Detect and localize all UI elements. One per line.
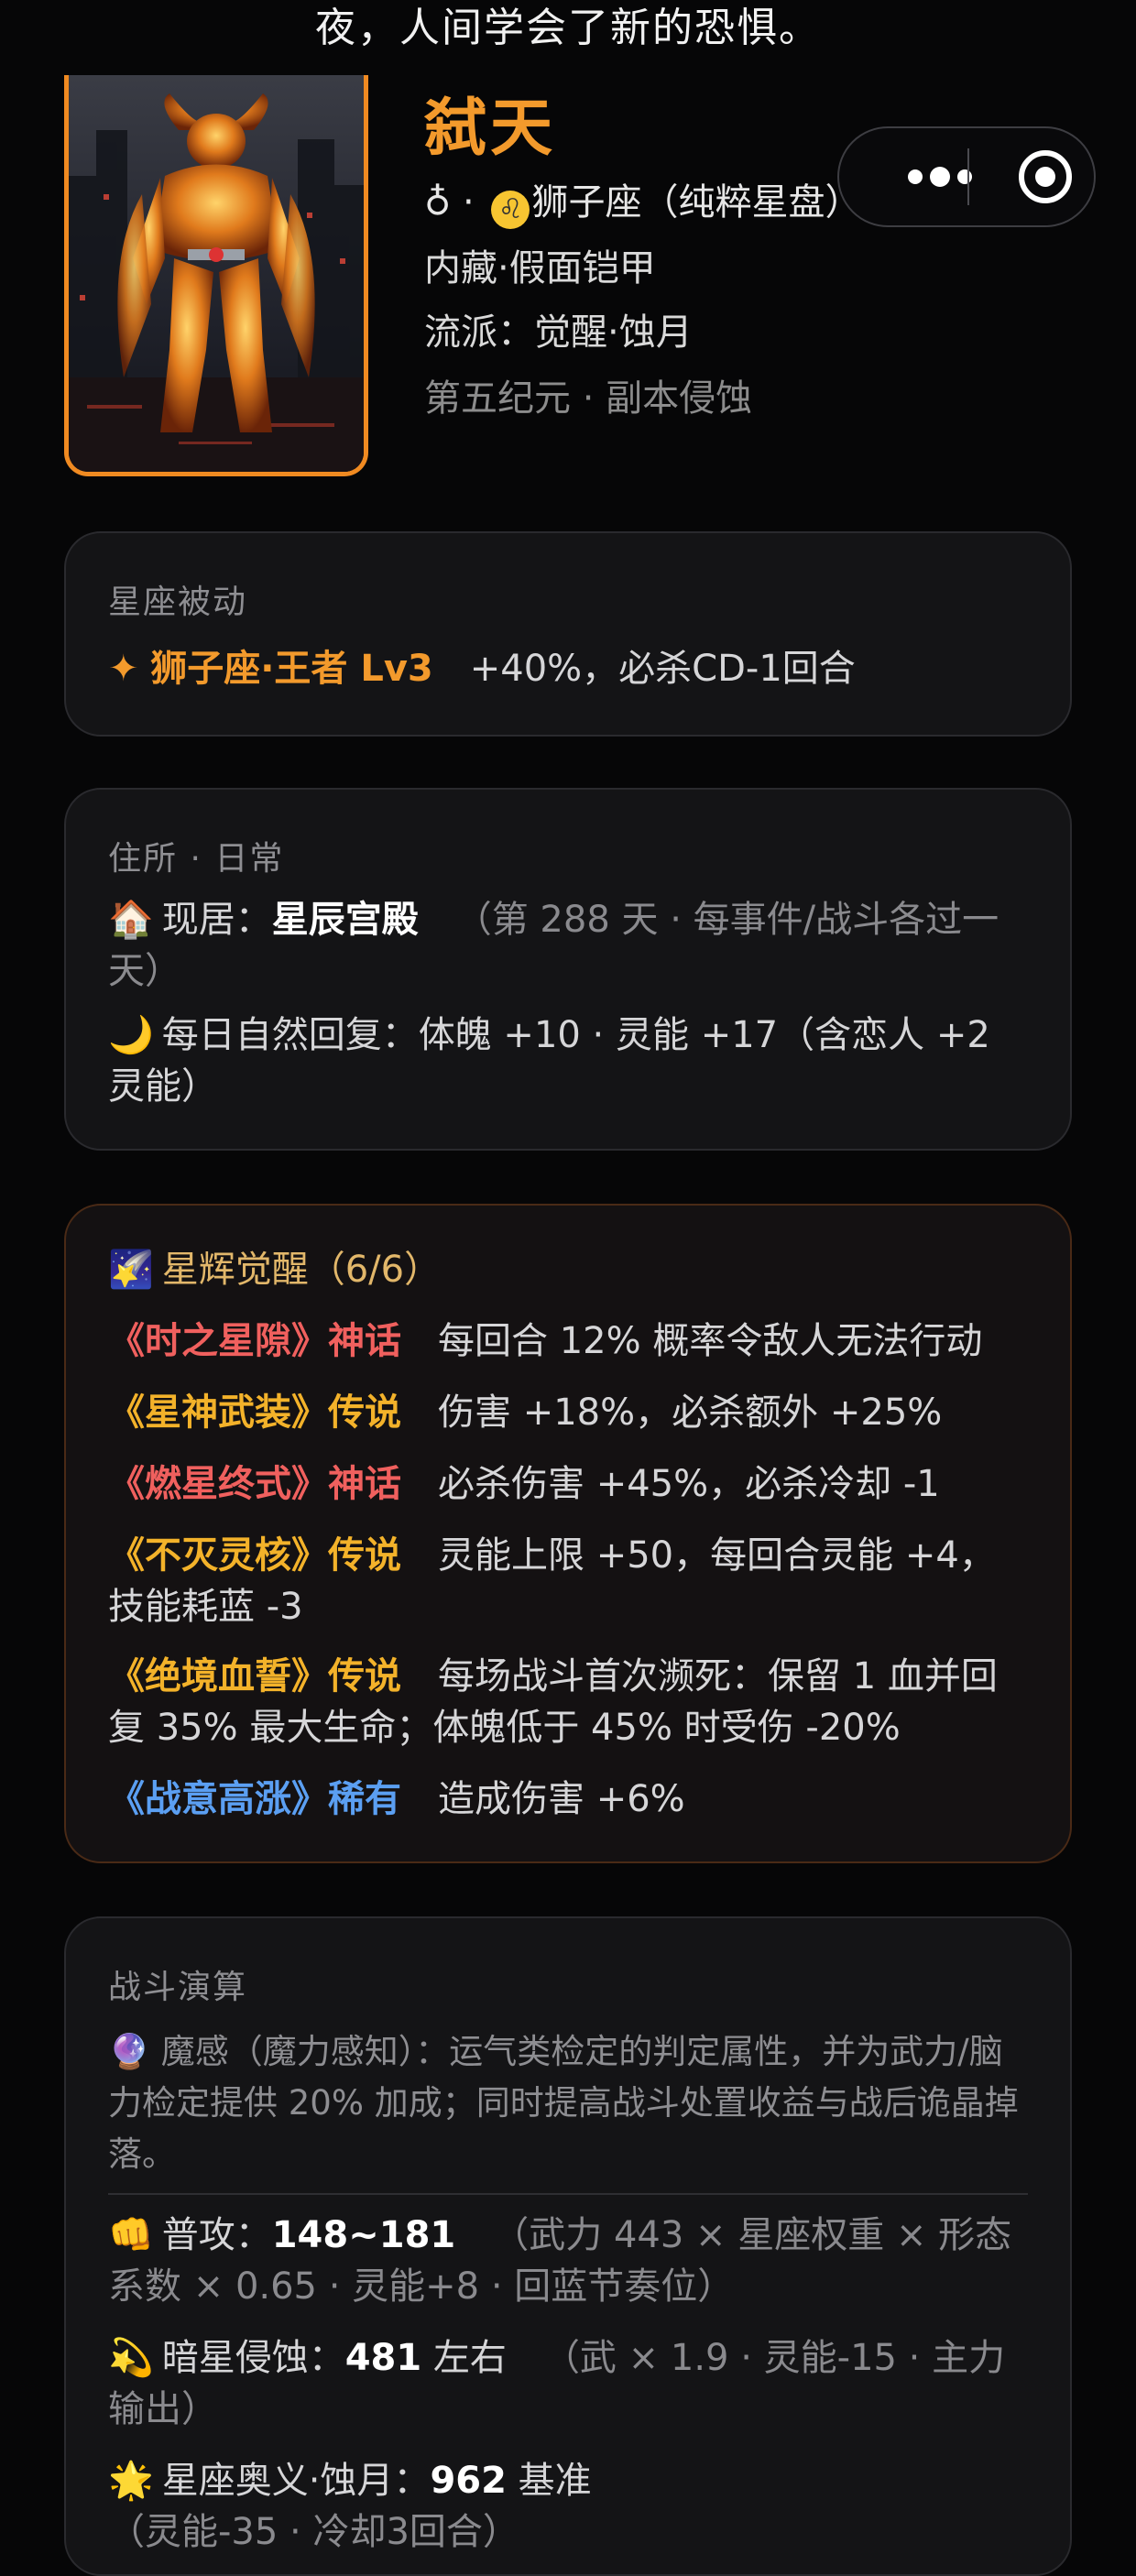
- recover-text: 每日自然回复：体魄 +10 · 灵能 +17（含恋人 +2 灵能）: [108, 1014, 990, 1108]
- awakening-card: 🌠 星辉觉醒（6/6） 《时之星隙》神话 每回合 12% 概率令敌人无法行动 《星…: [64, 1204, 1072, 1863]
- combat-divider: [108, 2193, 1028, 2195]
- passive-effect: +40%，必杀CD-1回合: [469, 648, 856, 690]
- recover-row: 🌙 每日自然回复：体魄 +10 · 灵能 +17（含恋人 +2 灵能）: [108, 1010, 1028, 1112]
- target-circle-icon[interactable]: [995, 128, 1096, 225]
- shooting-star-icon: 🌠: [108, 1249, 154, 1291]
- awakening-name: 《燃星终式》神话: [108, 1463, 401, 1505]
- character-portrait[interactable]: [64, 75, 368, 476]
- skill-suffix: 左右: [421, 2337, 507, 2379]
- gender-zodiac-line: ♁ · ♌ 狮子座（纯粹星盘）: [424, 172, 861, 229]
- gender-symbol: ♁: [424, 181, 452, 224]
- list-item[interactable]: 《时之星隙》神话 每回合 12% 概率令敌人无法行动: [108, 1315, 1028, 1367]
- ult-note: （灵能-35 · 冷却3回合）: [108, 2511, 519, 2553]
- awakening-name: 《时之星隙》神话: [108, 1320, 401, 1362]
- ult-suffix: 基准: [506, 2460, 592, 2502]
- crystal-ball-icon: 🔮: [108, 2032, 151, 2071]
- awakening-name: 《不灭灵核》传说: [108, 1534, 401, 1577]
- house-icon: 🏠: [108, 899, 154, 941]
- awakening-name: 《绝境血誓》传说: [108, 1655, 401, 1697]
- character-name: 弑天: [424, 93, 557, 165]
- attack-label: 普攻：: [161, 2214, 272, 2256]
- combat-card: 战斗演算 🔮 魔感（魔力感知）：运气类检定的判定属性，并为武力/脑力检定提供 2…: [64, 1916, 1072, 2576]
- residence-title: 住所 · 日常: [108, 840, 285, 878]
- zodiac-passive-title: 星座被动: [108, 584, 248, 621]
- list-item[interactable]: 《星神武装》传说 伤害 +18%，必杀额外 +25%: [108, 1387, 1028, 1438]
- skill-value: 481: [344, 2337, 422, 2379]
- moon-icon: 🌙: [108, 1014, 154, 1056]
- fist-icon: 👊: [108, 2214, 154, 2256]
- attack-value: 148~181: [271, 2214, 456, 2256]
- glowing-star-icon: 🌟: [108, 2460, 154, 2502]
- top-text-line: 夜，人间学会了新的恐惧。: [315, 5, 821, 51]
- more-dots-icon[interactable]: [876, 128, 995, 225]
- home-name: 星辰宫殿: [271, 899, 419, 941]
- capsule-divider: [967, 148, 969, 205]
- school-line: 流派：觉醒·蚀月: [424, 311, 693, 354]
- zodiac-passive-card: 星座被动 ✦ 狮子座·王者 Lv3 +40%，必杀CD-1回合: [64, 531, 1072, 737]
- list-item[interactable]: 《绝境血誓》传说 每场战斗首次濒死：保留 1 血并回复 35% 最大生命；体魄低于…: [108, 1651, 1028, 1753]
- home-label: 现居：: [161, 899, 272, 941]
- awakening-effect: 伤害 +18%，必杀额外 +25%: [438, 1392, 943, 1434]
- passive-name: 狮子座·王者 Lv3: [150, 648, 433, 690]
- awakening-effect: 每回合 12% 概率令敌人无法行动: [438, 1320, 983, 1362]
- leo-icon: ♌: [491, 191, 530, 229]
- awakening-title: 星辉觉醒（6/6）: [161, 1249, 442, 1291]
- magic-note: 🔮 魔感（魔力感知）：运气类检定的判定属性，并为武力/脑力检定提供 20% 加成…: [108, 2026, 1028, 2180]
- skill-row: 💫 暗星侵蚀：481 左右 （武 × 1.9 · 灵能-15 · 主力输出）: [108, 2332, 1028, 2435]
- ult-row: 🌟 星座奥义·蚀月：962 基准 （灵能-35 · 冷却3回合）: [108, 2455, 1028, 2558]
- dizzy-star-icon: 💫: [108, 2337, 154, 2379]
- list-item[interactable]: 《战意高涨》稀有 造成伤害 +6%: [108, 1774, 1028, 1825]
- awakening-header: 🌠 星辉觉醒（6/6）: [108, 1244, 1028, 1295]
- awakening-name: 《战意高涨》稀有: [108, 1778, 401, 1820]
- home-row: 🏠 现居：星辰宫殿 （第 288 天 · 每事件/战斗各过一天）: [108, 894, 1028, 997]
- combat-title: 战斗演算: [108, 1969, 248, 2006]
- attack-row: 👊 普攻：148~181 （武力 443 × 星座权重 × 形态系数 × 0.65…: [108, 2210, 1028, 2312]
- separator-dot: ·: [451, 181, 486, 224]
- list-item[interactable]: 《不灭灵核》传说 灵能上限 +50，每回合灵能 +4，技能耗蓝 -3: [108, 1530, 1028, 1632]
- skill-label: 暗星侵蚀：: [161, 2337, 345, 2379]
- armor-line: 内藏·假面铠甲: [424, 247, 656, 289]
- list-item[interactable]: 《燃星终式》神话 必杀伤害 +45%，必杀冷却 -1: [108, 1458, 1028, 1510]
- residence-card: 住所 · 日常 🏠 现居：星辰宫殿 （第 288 天 · 每事件/战斗各过一天） …: [64, 788, 1072, 1151]
- magic-note-text: 魔感（魔力感知）：运气类检定的判定属性，并为武力/脑力检定提供 20% 加成；同…: [108, 2032, 1019, 2174]
- ult-value: 962: [430, 2460, 507, 2502]
- ult-label: 星座奥义·蚀月：: [161, 2460, 431, 2502]
- awakening-effect: 造成伤害 +6%: [438, 1778, 685, 1820]
- era-line: 第五纪元 · 副本侵蚀: [424, 377, 753, 420]
- armored-hero-image: [69, 75, 364, 472]
- star-icon: ✦: [108, 648, 139, 690]
- zodiac-text: 狮子座（纯粹星盘）: [531, 181, 862, 224]
- mini-program-capsule: [837, 126, 1096, 227]
- awakening-effect: 必杀伤害 +45%，必杀冷却 -1: [438, 1463, 940, 1505]
- awakening-name: 《星神武装》传说: [108, 1392, 401, 1434]
- zodiac-passive-row: ✦ 狮子座·王者 Lv3 +40%，必杀CD-1回合: [108, 643, 1028, 694]
